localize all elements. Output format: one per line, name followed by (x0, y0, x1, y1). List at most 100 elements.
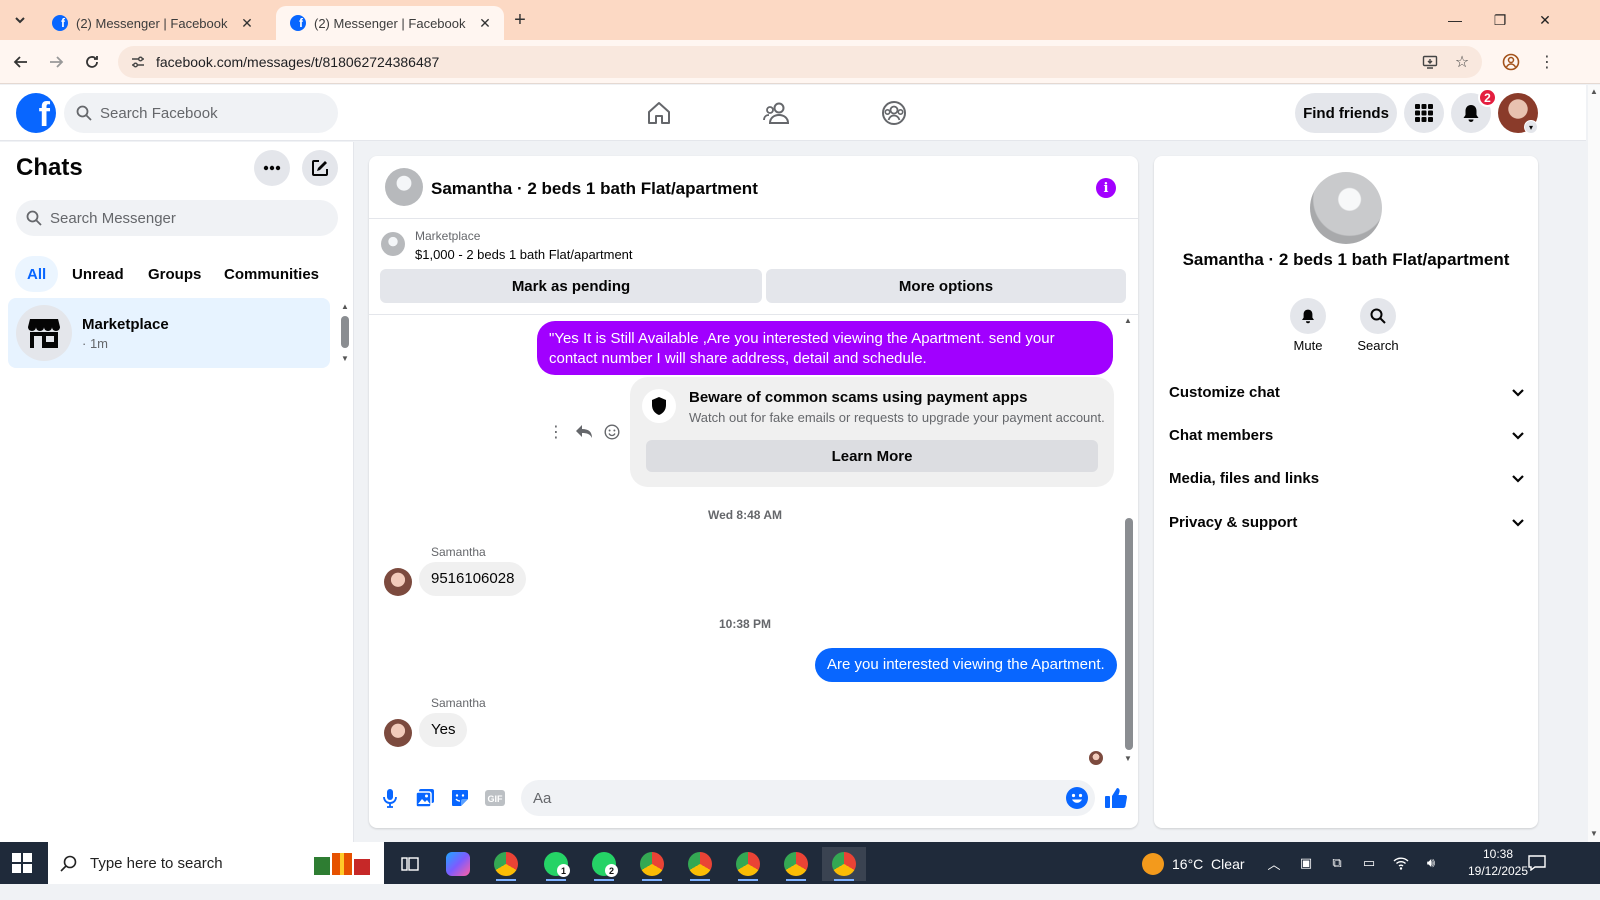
chrome-profile-taskbar-icon[interactable] (678, 847, 722, 881)
notification-center-icon[interactable] (1526, 853, 1548, 873)
back-button[interactable] (9, 50, 33, 74)
scroll-down-icon[interactable]: ▼ (1124, 754, 1132, 763)
emoji-icon[interactable] (1066, 787, 1088, 809)
messenger-search-input[interactable]: Search Messenger (16, 200, 338, 236)
filter-all[interactable]: All (15, 256, 59, 292)
browser-tab-active[interactable]: f (2) Messenger | Facebook ✕ (276, 6, 504, 40)
incoming-message[interactable]: Yes (419, 713, 468, 747)
message-more-icon[interactable]: ⋮ (548, 421, 564, 443)
scroll-up-icon[interactable]: ▲ (1124, 316, 1132, 325)
copilot-icon[interactable] (436, 847, 480, 881)
find-friends-button[interactable]: Find friends (1295, 93, 1397, 133)
new-message-button[interactable] (302, 150, 338, 186)
taskbar-search-input[interactable]: Type here to search (48, 842, 384, 884)
screen-icon[interactable]: ⧉ (1328, 854, 1346, 872)
privacy-support-section[interactable]: Privacy & support (1169, 506, 1525, 538)
mark-pending-button[interactable]: Mark as pending (380, 269, 762, 303)
like-thumb-icon[interactable] (1104, 786, 1128, 810)
filter-unread[interactable]: Unread (60, 256, 136, 292)
gift-widget-icon[interactable] (312, 849, 372, 877)
search-in-conversation-button[interactable]: Search (1348, 298, 1408, 353)
reply-icon[interactable] (572, 421, 596, 443)
incoming-message[interactable]: 9516106028 (419, 562, 527, 596)
account-chevron-icon[interactable]: ▾ (1524, 120, 1538, 134)
search-placeholder: Search Messenger (50, 209, 176, 227)
profile-icon[interactable] (1499, 50, 1523, 74)
conversation-scrollbar[interactable]: ▲ ▼ (1124, 316, 1134, 768)
close-tab-icon[interactable]: ✕ (476, 14, 494, 32)
browser-menu-icon[interactable]: ⋮ (1535, 50, 1559, 74)
scroll-up-icon[interactable]: ▲ (341, 302, 349, 311)
restore-button[interactable]: ❐ (1485, 8, 1515, 32)
voice-clip-icon[interactable] (378, 786, 402, 810)
sender-avatar[interactable] (384, 719, 412, 747)
task-view-icon[interactable] (388, 847, 432, 881)
chrome-profile-taskbar-icon[interactable] (774, 847, 818, 881)
new-tab-button[interactable]: + (508, 8, 532, 32)
customize-chat-section[interactable]: Customize chat (1169, 376, 1525, 408)
meet-now-icon[interactable]: ▣ (1297, 854, 1315, 872)
outgoing-message[interactable]: "Yes It is Still Available ,Are you inte… (537, 321, 1113, 375)
facebook-logo[interactable]: f (16, 93, 56, 133)
volume-icon[interactable]: 🔊︎ (1422, 854, 1440, 872)
forward-button[interactable] (44, 50, 68, 74)
listing-avatar[interactable] (385, 168, 423, 206)
chrome-profile-taskbar-icon[interactable] (630, 847, 674, 881)
taskbar-clock[interactable]: 10:38 19/12/2025 (1466, 846, 1530, 880)
scroll-down-icon[interactable]: ▼ (1590, 829, 1598, 838)
message-input[interactable]: Aa (521, 780, 1095, 816)
whatsapp-taskbar-icon[interactable]: 1 (534, 847, 578, 881)
sidebar-scrollbar[interactable]: ▲ ▼ (341, 302, 349, 364)
chat-list-item[interactable]: Marketplace · 1m (8, 298, 330, 368)
attach-photo-icon[interactable] (413, 786, 437, 810)
battery-icon[interactable]: ▭ (1360, 854, 1378, 872)
wifi-icon[interactable] (1392, 854, 1410, 872)
outgoing-message[interactable]: Are you interested viewing the Apartment… (815, 648, 1117, 682)
install-app-icon[interactable] (1418, 50, 1442, 74)
filter-groups[interactable]: Groups (136, 256, 213, 292)
site-info-icon[interactable] (128, 52, 148, 72)
scroll-up-icon[interactable]: ▲ (1590, 87, 1598, 96)
conversation-title[interactable]: Samantha · 2 beds 1 bath Flat/apartment (431, 179, 758, 199)
scrollbar-thumb[interactable] (341, 316, 349, 348)
sticker-icon[interactable] (448, 786, 472, 810)
page-scrollbar[interactable]: ▲ ▼ (1588, 85, 1600, 842)
learn-more-button[interactable]: Learn More (646, 440, 1098, 472)
browser-tab[interactable]: f (2) Messenger | Facebook ✕ (38, 6, 266, 40)
reload-button[interactable] (80, 50, 104, 74)
gif-icon[interactable]: GIF (483, 786, 507, 810)
mute-button[interactable]: Mute (1278, 298, 1338, 353)
windows-start-icon[interactable] (12, 853, 32, 873)
filter-communities[interactable]: Communities (212, 256, 331, 292)
close-window-button[interactable]: ✕ (1530, 8, 1560, 32)
chat-members-section[interactable]: Chat members (1169, 419, 1525, 451)
menu-button[interactable] (1404, 93, 1444, 133)
weather-widget[interactable]: 16°C Clear (1142, 853, 1245, 875)
chrome-profile-taskbar-icon[interactable] (726, 847, 770, 881)
listing-title[interactable]: $1,000 - 2 beds 1 bath Flat/apartment (415, 247, 633, 262)
minimize-button[interactable]: — (1440, 8, 1470, 32)
listing-thumbnail[interactable] (381, 232, 405, 256)
sender-avatar[interactable] (384, 568, 412, 596)
home-nav-button[interactable] (641, 95, 677, 131)
chat-options-button[interactable] (254, 150, 290, 186)
close-tab-icon[interactable]: ✕ (238, 14, 256, 32)
friends-nav-button[interactable] (759, 95, 795, 131)
bookmark-star-icon[interactable]: ☆ (1450, 50, 1474, 74)
whatsapp-taskbar-icon[interactable]: 2 (582, 847, 626, 881)
tab-list-button[interactable] (8, 8, 32, 32)
address-bar[interactable]: facebook.com/messages/t/818062724386487 (118, 46, 1482, 78)
windows-taskbar: Type here to search 1 2 16°C Clear ︿ ▣ ⧉… (0, 842, 1600, 884)
scroll-down-icon[interactable]: ▼ (341, 354, 349, 363)
show-hidden-icons-chevron-icon[interactable]: ︿ (1265, 854, 1283, 872)
media-files-links-section[interactable]: Media, files and links (1169, 462, 1525, 494)
chrome-profile-taskbar-icon-active[interactable] (822, 847, 866, 881)
chrome-taskbar-icon[interactable] (484, 847, 528, 881)
listing-photo[interactable] (1310, 172, 1382, 244)
more-options-button[interactable]: More options (766, 269, 1126, 303)
react-emoji-icon[interactable] (601, 421, 623, 443)
scrollbar-thumb[interactable] (1125, 518, 1133, 750)
facebook-search-input[interactable]: Search Facebook (64, 93, 338, 133)
info-icon[interactable]: i (1096, 178, 1116, 198)
groups-nav-button[interactable] (876, 95, 912, 131)
